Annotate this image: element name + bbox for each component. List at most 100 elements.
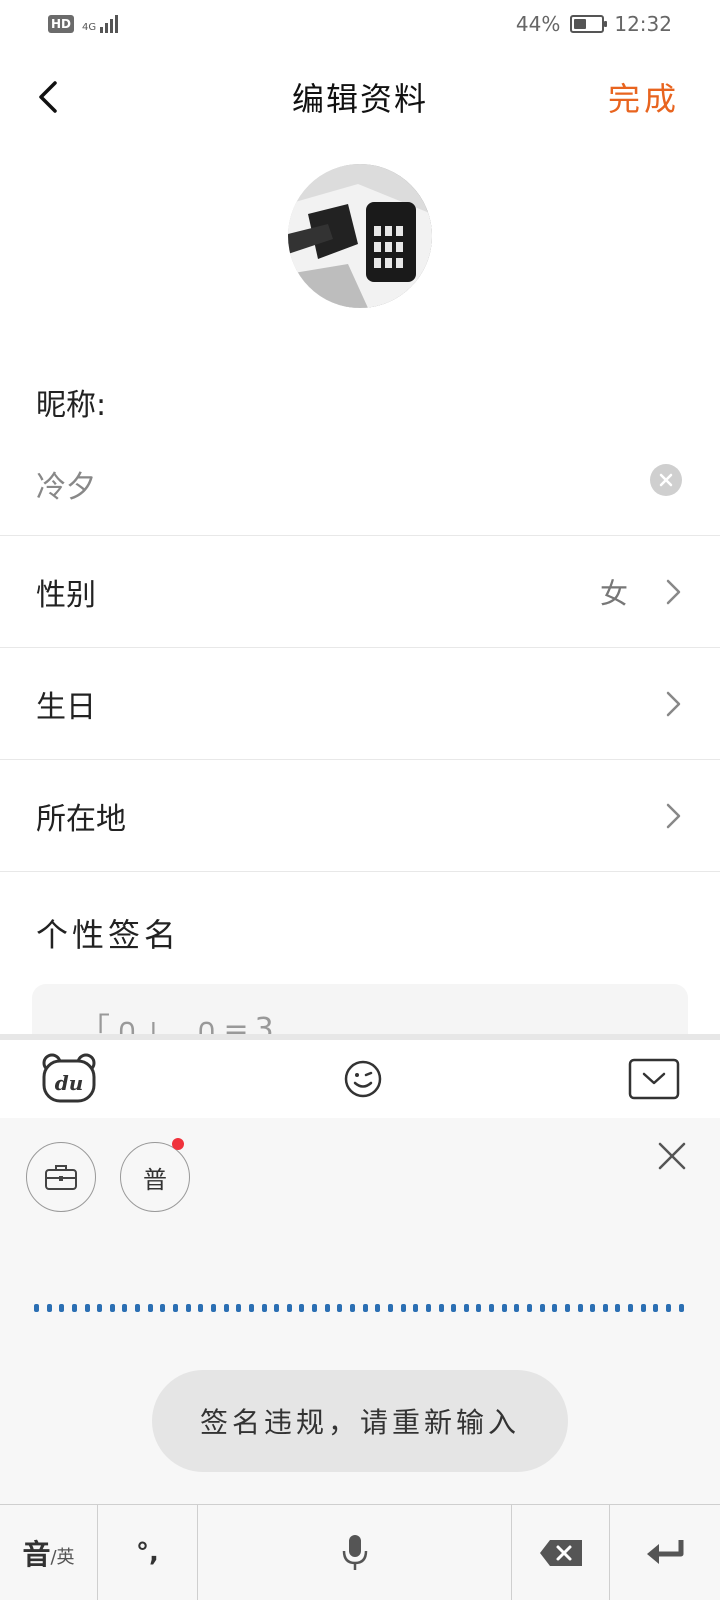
chevron-right-icon	[666, 691, 681, 716]
battery-percent: 44%	[515, 12, 561, 36]
keyboard-key-row: 音 /英 °,	[0, 1504, 720, 1600]
page-title: 编辑资料	[291, 80, 428, 118]
toast-message: 签名违规，请重新输入	[152, 1370, 568, 1472]
enter-icon	[647, 1539, 684, 1564]
progress-dot	[337, 1304, 343, 1312]
hd-badge: HD	[48, 15, 75, 33]
backspace-icon	[539, 1539, 582, 1566]
progress-dot	[400, 1304, 406, 1312]
toolbox-icon	[45, 1165, 77, 1190]
progress-dot	[122, 1304, 128, 1312]
signal-bar	[105, 23, 109, 33]
gender-row[interactable]: 性别 女	[0, 536, 720, 648]
voice-input-key[interactable]	[198, 1505, 512, 1600]
progress-dot	[425, 1304, 431, 1312]
chevron-right-icon	[666, 579, 681, 604]
progress-dot	[286, 1304, 292, 1312]
progress-dot	[71, 1304, 77, 1312]
punctuation-key-label: °,	[136, 1537, 159, 1568]
status-left: HD 4G	[48, 15, 119, 33]
progress-dot	[135, 1304, 141, 1312]
language-key-sub: /英	[50, 1546, 75, 1568]
progress-dot	[476, 1304, 482, 1312]
back-button[interactable]	[28, 72, 68, 122]
done-button[interactable]: 完成	[608, 74, 680, 120]
progress-dot	[236, 1304, 242, 1312]
progress-dot	[324, 1304, 330, 1312]
progress-dot	[514, 1304, 520, 1312]
progress-dot	[312, 1304, 318, 1312]
nickname-input[interactable]	[34, 462, 614, 506]
progress-dot	[198, 1304, 204, 1312]
nickname-label: 昵称:	[36, 388, 107, 423]
progress-dot	[34, 1304, 39, 1312]
microphone-icon	[342, 1534, 367, 1570]
progress-dot	[147, 1304, 153, 1312]
progress-dot	[109, 1304, 115, 1312]
clear-icon[interactable]	[650, 464, 682, 496]
progress-dot	[46, 1304, 52, 1312]
progress-dot	[387, 1304, 393, 1312]
progress-dot	[223, 1304, 229, 1312]
close-icon	[658, 1142, 686, 1170]
location-row[interactable]: 所在地	[0, 760, 720, 872]
network-type: 4G	[82, 22, 97, 33]
progress-dot	[261, 1304, 267, 1312]
progress-dot	[160, 1304, 166, 1312]
progress-dot	[362, 1304, 368, 1312]
progress-dot	[678, 1304, 684, 1312]
gender-label: 性别	[36, 577, 96, 613]
signal-bar	[100, 27, 104, 33]
progress-dot	[451, 1304, 457, 1312]
progress-dot	[501, 1304, 507, 1312]
du-logo-text: du	[55, 1071, 84, 1095]
progress-dot	[210, 1304, 216, 1312]
progress-dot	[653, 1304, 659, 1312]
signal-bar	[110, 19, 114, 33]
progress-dot	[375, 1304, 381, 1312]
location-label: 所在地	[36, 801, 126, 837]
progress-dot	[299, 1304, 305, 1312]
progress-dot	[59, 1304, 65, 1312]
progress-dot	[438, 1304, 444, 1312]
progress-dot	[564, 1304, 570, 1312]
progress-dot	[350, 1304, 356, 1312]
collapse-keyboard-icon[interactable]	[628, 1058, 680, 1100]
notification-dot	[172, 1138, 184, 1150]
signature-input[interactable]: 「∩」 ∩=3	[32, 984, 688, 1034]
progress-dot	[97, 1304, 103, 1312]
avatar[interactable]	[288, 164, 432, 308]
battery-fill	[574, 19, 586, 29]
close-button[interactable]	[652, 1136, 692, 1176]
birthday-row[interactable]: 生日	[0, 648, 720, 760]
avatar-image	[288, 164, 432, 308]
status-bar: HD 4G 44% 12:32	[0, 0, 720, 48]
keyboard-toolbar: du	[0, 1034, 720, 1118]
status-right: 44% 12:32	[516, 12, 672, 36]
backspace-key[interactable]	[512, 1505, 610, 1600]
du-logo-icon[interactable]: du	[40, 1053, 98, 1105]
progress-dot	[173, 1304, 179, 1312]
battery-icon	[570, 15, 608, 33]
progress-dot	[666, 1304, 672, 1312]
close-icon	[659, 473, 673, 487]
clock: 12:32	[614, 12, 672, 36]
progress-dot	[489, 1304, 495, 1312]
progress-dot	[84, 1304, 90, 1312]
punctuation-key[interactable]: °,	[98, 1505, 198, 1600]
birthday-label: 生日	[36, 689, 96, 725]
progress-dot	[552, 1304, 558, 1312]
language-switch-key[interactable]: 音 /英	[0, 1505, 98, 1600]
header: 编辑资料 完成	[0, 52, 720, 142]
progress-dot	[539, 1304, 545, 1312]
progress-dot	[248, 1304, 254, 1312]
progress-dot	[628, 1304, 634, 1312]
language-key-main: 音	[22, 1537, 51, 1571]
toolbox-button[interactable]	[26, 1142, 96, 1212]
pinyin-button-label: 普	[143, 1165, 167, 1194]
pinyin-button[interactable]: 普	[120, 1142, 190, 1212]
progress-dot	[615, 1304, 621, 1312]
keyboard-panel: 普 签名违规，请重新输入	[0, 1118, 720, 1504]
enter-key[interactable]	[610, 1505, 720, 1600]
emoji-icon[interactable]	[343, 1059, 383, 1099]
